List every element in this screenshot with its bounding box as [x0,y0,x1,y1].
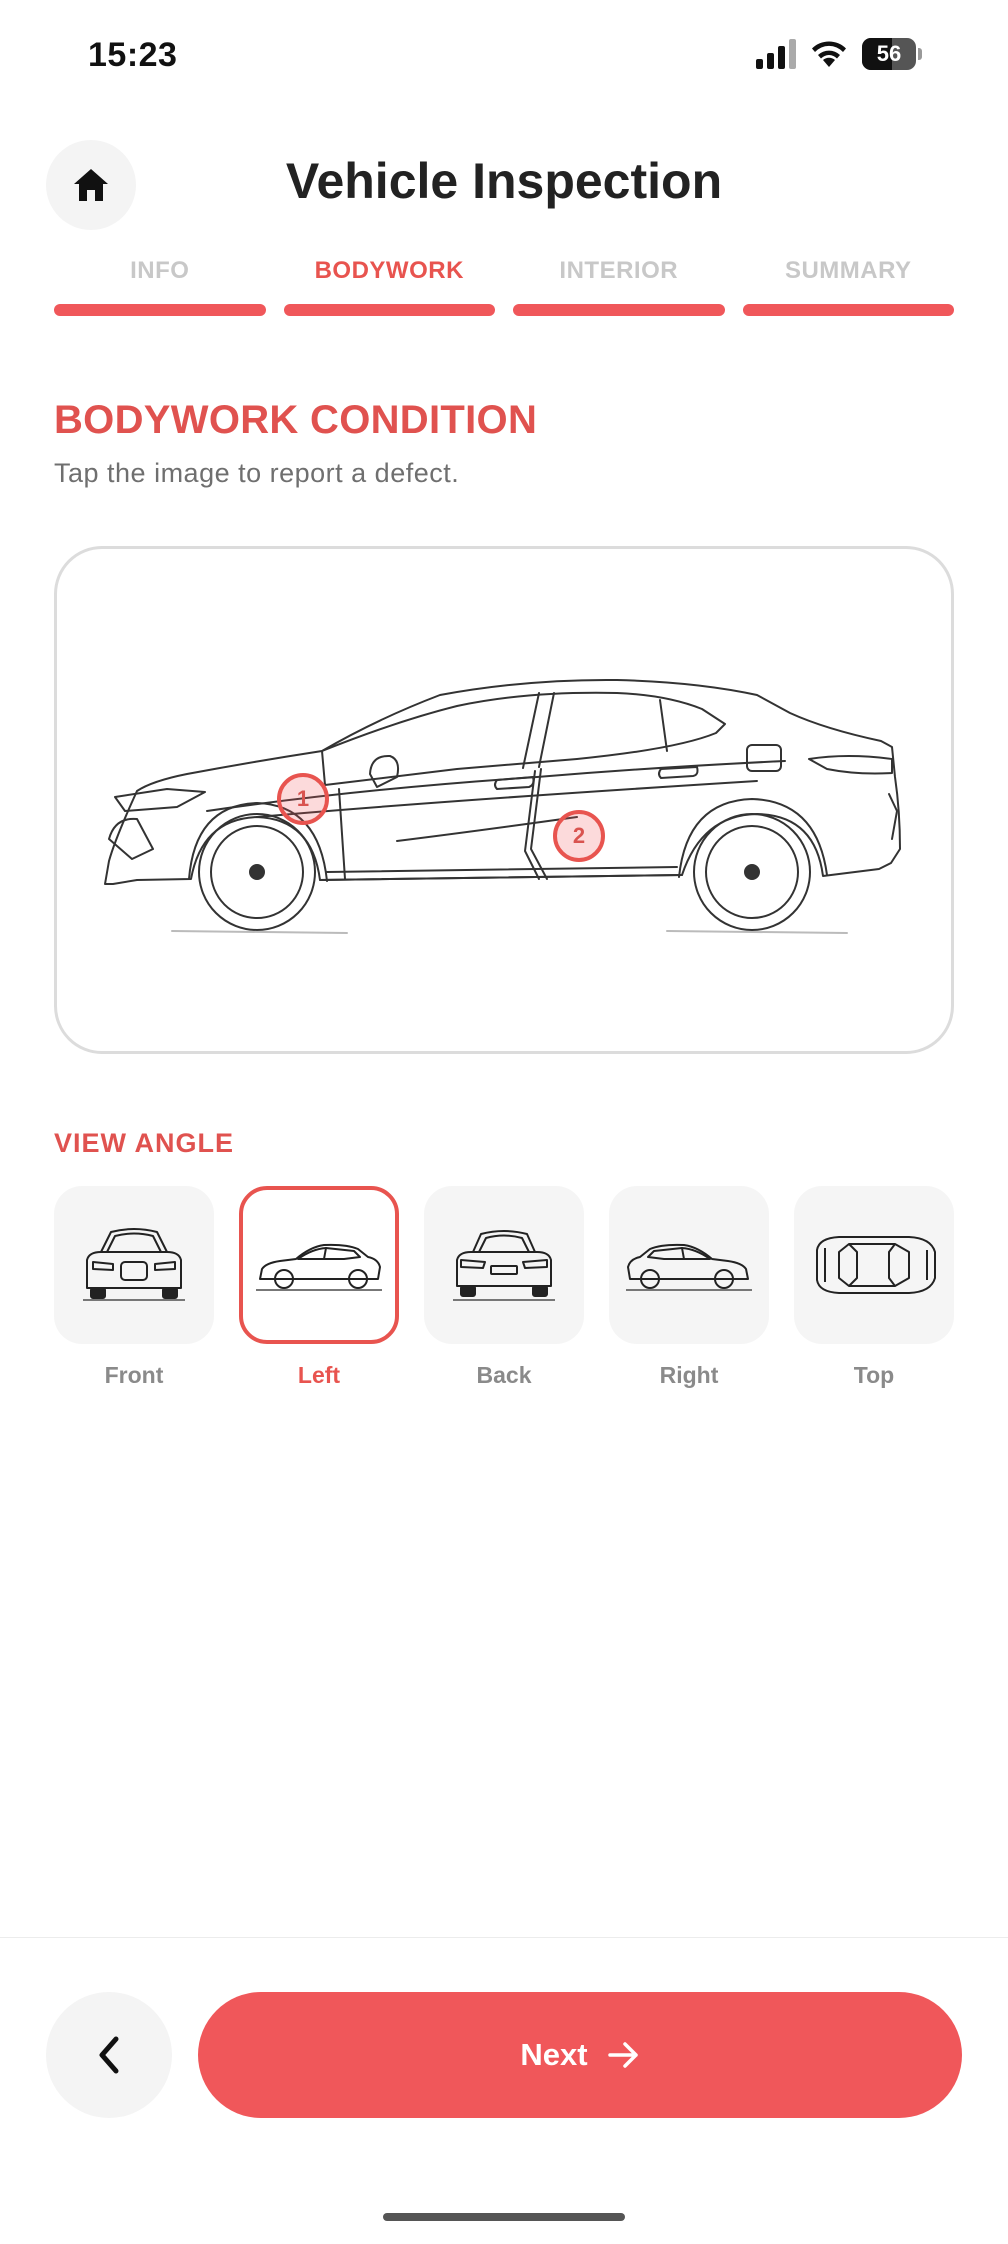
next-label: Next [520,2037,588,2072]
angle-label: Top [853,1362,895,1388]
step-label: BODYWORK [314,257,464,284]
angle-thumbnail [609,1186,769,1344]
battery-icon: 56 [862,38,922,70]
angle-thumbnail [239,1186,399,1344]
view-angle-left[interactable]: Left [239,1186,399,1389]
view-angle-back[interactable]: Back [424,1186,584,1389]
step-summary[interactable]: SUMMARY [742,254,954,320]
angle-thumbnail [424,1186,584,1344]
view-angle-front[interactable]: Front [54,1186,214,1389]
battery-level: 56 [876,41,902,66]
angle-label: Back [476,1362,532,1388]
step-bar [513,304,725,316]
back-button[interactable] [46,1992,172,2118]
defect-marker-2[interactable]: 2 [553,810,605,862]
car-side-drawing [104,678,901,934]
status-bar: 15:23 56 [0,0,1008,110]
next-button[interactable]: Next [198,1992,962,2118]
car-image-area[interactable]: 1 2 [54,546,954,1054]
angle-thumbnail [794,1186,954,1344]
view-angle-right[interactable]: Right [609,1186,769,1389]
section-title: BODYWORK CONDITION [54,398,538,442]
view-angle-top[interactable]: Top [794,1186,954,1389]
chevron-left-icon [99,2036,119,2074]
step-label: SUMMARY [784,257,912,284]
angle-thumbnail [54,1186,214,1344]
angle-label: Left [297,1362,341,1388]
step-bar [54,304,266,316]
page-title: Vehicle Inspection [285,153,723,209]
step-progress: INFO BODYWORK INTERIOR SUMMARY [54,254,954,320]
car-back-icon [453,1230,555,1301]
step-interior[interactable]: INTERIOR [513,254,725,320]
status-time: 15:23 [88,36,178,74]
view-angle-title: VIEW ANGLE [54,1128,235,1158]
section-subtitle: Tap the image to report a defect. [54,458,460,488]
angle-label: Front [104,1362,164,1388]
signal-icon [756,39,796,69]
angle-label: Right [659,1362,719,1388]
step-bar [742,304,954,316]
car-front-icon [83,1228,185,1301]
wifi-icon [812,41,846,67]
step-bodywork[interactable]: BODYWORK [283,254,495,320]
status-icons: 56 [756,38,922,70]
header: Vehicle Inspection [0,138,1008,234]
arrow-right-icon [607,2042,638,2068]
car-top-icon [816,1236,936,1294]
step-label: INFO [130,257,190,284]
car-left-icon [256,1243,382,1291]
step-bar [283,304,495,316]
defect-marker-1[interactable]: 1 [277,773,329,825]
view-angle-selector: Front Left Back Right Top [54,1186,954,1389]
home-indicator [383,2213,625,2221]
step-label: INTERIOR [559,257,679,284]
car-right-icon [626,1243,752,1291]
footer-divider [0,1937,1008,1938]
step-info[interactable]: INFO [54,254,266,320]
